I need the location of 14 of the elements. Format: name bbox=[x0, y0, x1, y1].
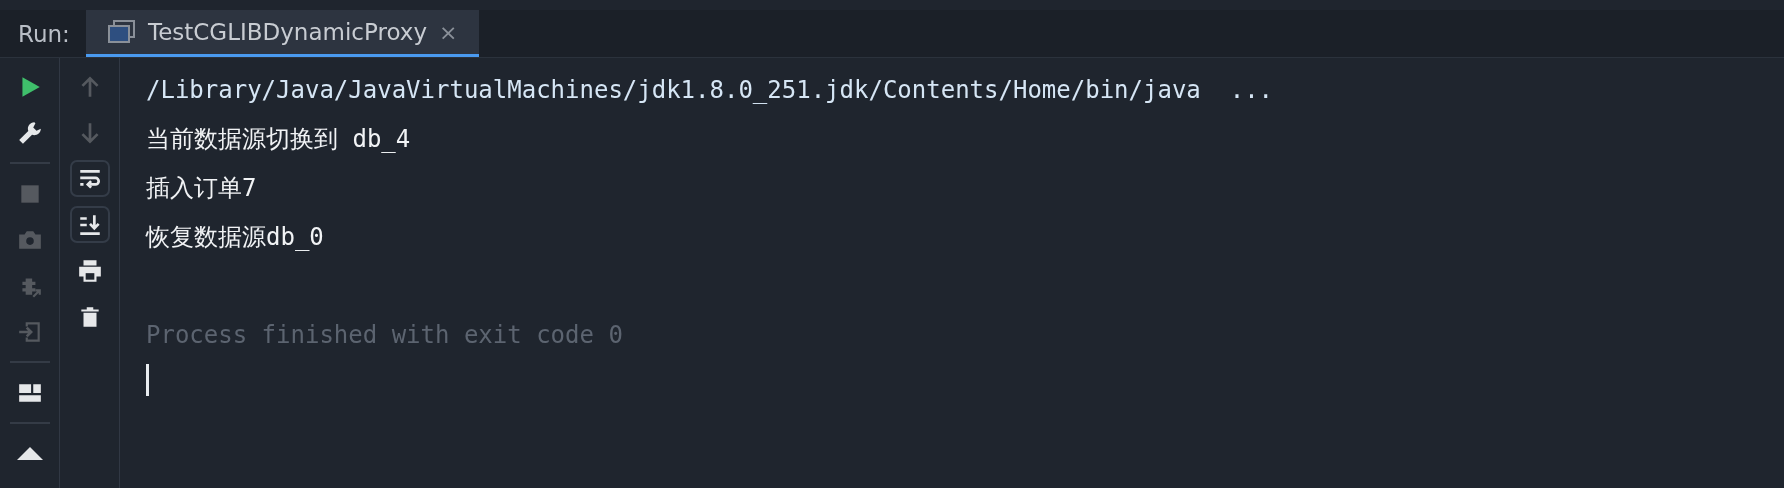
console-line: 恢复数据源db_0 bbox=[146, 222, 325, 253]
console-line: /Library/Java/JavaVirtualMachines/jdk1.8.0_251.jdk/Contents/Home/bin/java ... bbox=[146, 75, 1275, 106]
console-line: 插入订单7 bbox=[146, 173, 258, 204]
run-tab[interactable]: TestCGLIBDynamicProxy × bbox=[86, 10, 480, 57]
window-icon bbox=[108, 20, 136, 44]
toolbar-button[interactable] bbox=[69, 160, 110, 197]
close-icon[interactable]: × bbox=[439, 19, 458, 45]
tab-title: TestCGLIBDynamicProxy bbox=[148, 19, 427, 45]
print-icon bbox=[76, 257, 103, 284]
console-line: 当前数据源切换到 db_4 bbox=[146, 124, 412, 155]
run-label: Run: bbox=[17, 19, 71, 49]
toolbar-button[interactable] bbox=[69, 206, 110, 243]
caret-icon bbox=[16, 447, 43, 460]
console-line: Process finished with exit code 0 bbox=[146, 320, 624, 351]
